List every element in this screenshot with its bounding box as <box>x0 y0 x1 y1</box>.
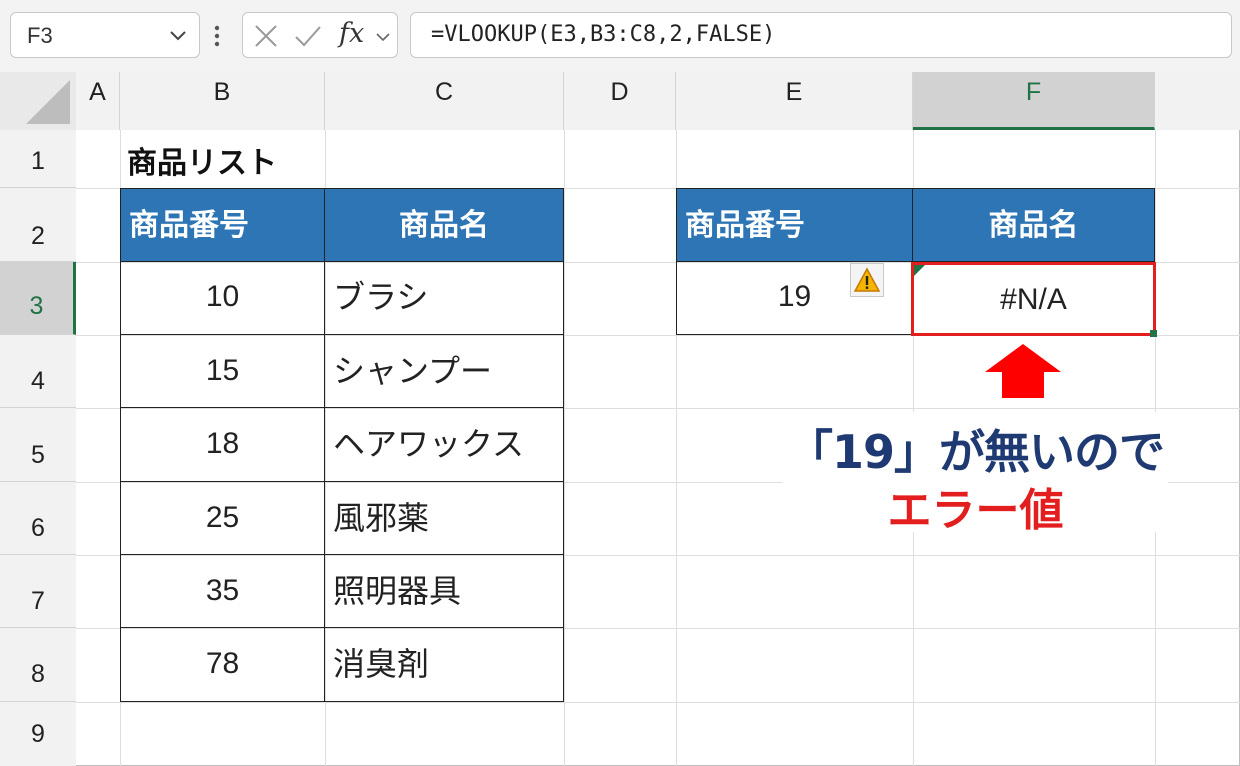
row-header-8[interactable]: 8 <box>0 628 76 702</box>
sheet-title[interactable]: 商品リスト <box>127 138 277 182</box>
table-row-code[interactable]: 78 <box>120 628 325 702</box>
callout-line-1: 「19」が無いので <box>786 425 1165 479</box>
row-header-9[interactable]: 9 <box>0 702 76 766</box>
table-row-name[interactable]: 風邪薬 <box>325 482 564 555</box>
more-options-icon[interactable] <box>214 24 220 48</box>
insert-function-button[interactable]: fx <box>339 18 364 49</box>
chevron-down-icon[interactable] <box>375 29 391 45</box>
row-header-1[interactable]: 1 <box>0 130 76 188</box>
header-product-name[interactable]: 商品名 <box>325 188 564 262</box>
error-indicator-icon <box>914 265 925 276</box>
table-row-code[interactable]: 18 <box>120 408 325 482</box>
cancel-icon[interactable] <box>253 23 279 49</box>
row-header-3[interactable]: 3 <box>0 262 76 335</box>
table-row-name[interactable]: シャンプー <box>325 335 564 408</box>
table-row-name[interactable]: ヘアワックス <box>325 408 564 482</box>
formula-input[interactable]: =VLOOKUP(E3,B3:C8,2,FALSE) <box>410 12 1232 58</box>
row-header-5[interactable]: 5 <box>0 408 76 482</box>
table-row-name[interactable]: 照明器具 <box>325 555 564 628</box>
row-header-4[interactable]: 4 <box>0 335 76 408</box>
table-row-code[interactable]: 15 <box>120 335 325 408</box>
column-header-d[interactable]: D <box>564 72 676 130</box>
lookup-result-cell[interactable]: #N/A <box>911 262 1156 336</box>
column-header-c[interactable]: C <box>325 72 564 130</box>
formula-text: =VLOOKUP(E3,B3:C8,2,FALSE) <box>431 22 776 47</box>
enter-icon[interactable] <box>293 23 323 49</box>
lookup-header-code[interactable]: 商品番号 <box>676 188 913 262</box>
fill-handle[interactable] <box>1150 330 1157 337</box>
table-row-code[interactable]: 10 <box>120 262 325 335</box>
table-row-code[interactable]: 35 <box>120 555 325 628</box>
gridline <box>564 130 565 766</box>
row-header-6[interactable]: 6 <box>0 482 76 555</box>
chevron-down-icon[interactable] <box>167 24 189 46</box>
table-row-name[interactable]: 消臭剤 <box>325 628 564 702</box>
lookup-header-name[interactable]: 商品名 <box>913 188 1155 262</box>
callout-line-2: エラー値 <box>887 485 1064 536</box>
name-box[interactable]: F3 <box>10 12 200 58</box>
column-header-b[interactable]: B <box>120 72 325 130</box>
corner-triangle-icon <box>26 80 70 124</box>
table-row-name[interactable]: ブラシ <box>325 262 564 335</box>
column-header-a[interactable]: A <box>76 72 120 130</box>
gridline <box>76 702 1240 703</box>
formula-bar: F3 fx =VLOOKUP(E3,B3:C8,2,FALSE) <box>0 0 1240 72</box>
column-header-e[interactable]: E <box>676 72 913 130</box>
row-header-7[interactable]: 7 <box>0 555 76 628</box>
error-options-button[interactable] <box>850 263 884 297</box>
arrow-up-icon <box>985 344 1061 398</box>
formula-controls: fx <box>242 12 398 58</box>
name-box-value: F3 <box>27 23 53 48</box>
callout-annotation: 「19」が無いので エラー値 <box>783 412 1168 536</box>
column-header-f[interactable]: F <box>913 72 1155 130</box>
header-product-code[interactable]: 商品番号 <box>120 188 325 262</box>
warning-icon <box>853 267 881 292</box>
row-header-2[interactable]: 2 <box>0 188 76 262</box>
column-header-g[interactable] <box>1155 72 1240 130</box>
select-all-corner[interactable] <box>0 72 76 130</box>
table-row-code[interactable]: 25 <box>120 482 325 555</box>
